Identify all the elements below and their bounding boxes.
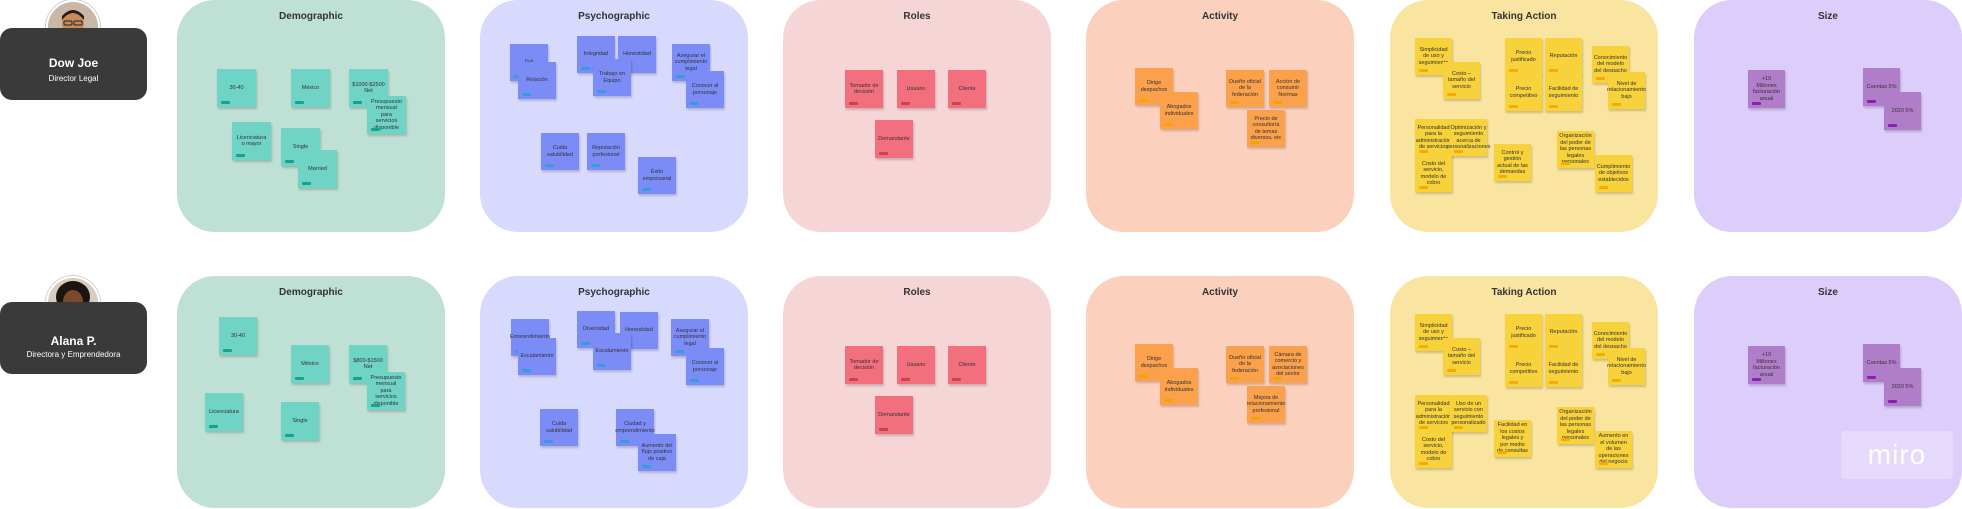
sticky-note[interactable]: Cumplimiento de objetivos establecidos xyxy=(1595,155,1632,192)
sticky-note[interactable]: Single xyxy=(281,402,319,440)
sticky-note[interactable]: 2020 5% xyxy=(1884,92,1921,130)
sticky-note[interactable]: Uso de un servicio con seguimiento perso… xyxy=(1450,395,1487,432)
sticky-note[interactable]: Precio competitivo xyxy=(1505,350,1542,387)
sticky-note[interactable]: Reputación xyxy=(1545,314,1582,351)
sticky-note[interactable]: Aumento en el volumen de las operaciones… xyxy=(1595,431,1632,468)
panel-demographic-1[interactable]: Demographic 30-40 México $1000-$2500 Net… xyxy=(177,0,445,232)
sticky-note[interactable]: Precio de consultoría de temas diversos,… xyxy=(1247,110,1285,147)
sticky-note[interactable]: Costo – tamaño del servicio xyxy=(1443,62,1480,99)
sticky-note[interactable]: Acción de consumir Normas xyxy=(1269,70,1307,107)
panel-title: Size xyxy=(1817,287,1838,298)
sticky-note[interactable]: Relación xyxy=(518,62,556,99)
sticky-note[interactable]: Reputación profesional xyxy=(587,133,625,170)
sticky-note[interactable]: Precio justificado xyxy=(1505,314,1542,351)
sticky-note[interactable]: 30-40 xyxy=(217,69,256,107)
panel-title: Psychographic xyxy=(578,11,650,22)
persona-name: Alana P. xyxy=(50,334,97,348)
panel-size-1[interactable]: Size +10 Millones facturación anual Cuen… xyxy=(1694,0,1962,232)
sticky-note[interactable]: Reputación xyxy=(1545,38,1582,75)
sticky-note[interactable]: Nivel de relacionamiento bajo xyxy=(1607,72,1646,109)
sticky-note[interactable]: +10 Millones facturación anual xyxy=(1748,346,1785,384)
sticky-note[interactable]: Escalamiento xyxy=(593,333,631,370)
sticky-note[interactable]: 2020 5% xyxy=(1884,368,1921,406)
panel-title: Psychographic xyxy=(578,287,650,298)
panel-title: Taking Action xyxy=(1491,11,1557,22)
panel-psychographic-1[interactable]: Psychographic Gol Integridad Honestidad … xyxy=(480,0,748,232)
panel-roles-2[interactable]: Roles Tomador de decisión Usuario Client… xyxy=(783,276,1051,508)
sticky-note[interactable]: Abogados individuales xyxy=(1160,92,1198,129)
sticky-note[interactable]: 30-40 xyxy=(219,317,257,355)
sticky-note[interactable]: Tomador de decisión xyxy=(845,346,883,384)
panel-title: Activity xyxy=(1201,287,1239,298)
sticky-note[interactable]: Organización del poder de las personas l… xyxy=(1557,407,1594,444)
persona-name: Dow Joe xyxy=(48,56,99,70)
sticky-note[interactable]: Cliente xyxy=(948,70,986,108)
sticky-note[interactable]: Demandante xyxy=(875,396,913,434)
panel-title: Activity xyxy=(1201,11,1239,22)
sticky-note[interactable]: Personalidad para la administración de s… xyxy=(1415,395,1452,432)
sticky-note[interactable]: Facilidad de seguimiento xyxy=(1545,350,1582,387)
sticky-note[interactable]: Demandante xyxy=(875,120,913,158)
sticky-note[interactable]: Tomador de decisión xyxy=(845,70,883,108)
sticky-note[interactable]: Éxito empresarial xyxy=(638,157,676,194)
panel-activity-1[interactable]: Activity Dirige despachos Abogados indiv… xyxy=(1086,0,1354,232)
sticky-note[interactable]: Dueño oficial de la federación xyxy=(1226,70,1264,107)
sticky-note[interactable]: Costo del servicio, modelo de cobro xyxy=(1415,155,1452,192)
sticky-note[interactable]: +10 Millones facturación anual xyxy=(1748,70,1785,108)
sticky-note[interactable]: Usuario xyxy=(897,70,935,108)
panel-taking-action-1[interactable]: Taking Action Simplicidad de uso y segui… xyxy=(1390,0,1658,232)
sticky-note[interactable]: Mejora de relacionamiento profesional xyxy=(1247,386,1285,423)
sticky-note[interactable]: Cuida salubilidad xyxy=(540,409,578,446)
panel-title: Taking Action xyxy=(1491,287,1557,298)
panel-taking-action-2[interactable]: Taking Action Simplicidad de uso y segui… xyxy=(1390,276,1658,508)
panel-psychographic-2[interactable]: Psychographic Emprendimiento Honestidad … xyxy=(480,276,748,508)
panel-roles-1[interactable]: Roles Tomador de decisión Usuario Client… xyxy=(783,0,1051,232)
sticky-note[interactable]: Facilidad en los costos legales y por me… xyxy=(1494,420,1531,457)
panel-demographic-2[interactable]: Demographic 30-40 México $800-$1500 Net … xyxy=(177,276,445,508)
sticky-note[interactable]: Organización del poder de las personas l… xyxy=(1557,131,1594,168)
sticky-note[interactable]: Costo – tamaño del servicio xyxy=(1443,338,1480,375)
sticky-note[interactable]: Married xyxy=(298,150,337,188)
sticky-note[interactable]: Licenciatura xyxy=(205,393,243,431)
sticky-note[interactable]: Control y gestión actual de las demandas xyxy=(1494,144,1531,181)
sticky-note[interactable]: Cámara de comercio y asociaciones del se… xyxy=(1269,346,1307,383)
sticky-note[interactable]: Cliente xyxy=(948,346,986,384)
sticky-note[interactable]: Abogados individuales xyxy=(1160,368,1198,405)
persona-card-dow-joe[interactable]: Dow Joe Director Legal xyxy=(0,28,147,100)
sticky-note[interactable]: Nivel de relacionamiento bajo xyxy=(1607,348,1646,385)
sticky-note[interactable]: Usuario xyxy=(897,346,935,384)
sticky-note[interactable]: Facilidad de seguimiento xyxy=(1545,74,1582,111)
sticky-note[interactable]: Precio competitivo xyxy=(1505,74,1542,111)
panel-title: Size xyxy=(1817,11,1838,22)
sticky-note[interactable]: Precio justificado xyxy=(1505,38,1542,75)
sticky-note[interactable]: Conocer al personaje xyxy=(686,348,724,385)
sticky-note[interactable]: Cuida salubilidad xyxy=(541,133,579,170)
sticky-note[interactable]: Conocer al personaje xyxy=(686,71,724,108)
panel-title: Demographic xyxy=(279,11,343,22)
persona-role: Director Legal xyxy=(48,74,99,83)
persona-card-alana-p[interactable]: Alana P. Directora y Emprendedora xyxy=(0,302,147,374)
sticky-note[interactable]: Aumento del flujo positivo de caja xyxy=(638,434,676,471)
panel-title: Demographic xyxy=(279,287,343,298)
sticky-note[interactable]: México xyxy=(291,345,329,383)
sticky-note[interactable]: Dueño oficial de la federación xyxy=(1226,346,1264,383)
sticky-note[interactable]: Costo del servicio, modelo de cobro xyxy=(1415,431,1452,468)
sticky-note[interactable]: México xyxy=(291,69,330,107)
panel-title: Roles xyxy=(903,11,931,22)
miro-logo: miro xyxy=(1841,431,1953,479)
panel-title: Roles xyxy=(903,287,931,298)
sticky-note[interactable]: Optimización y seguimiento acerca de per… xyxy=(1446,119,1491,156)
sticky-note[interactable]: Presupuesto mensual para servicios dispo… xyxy=(367,96,406,134)
sticky-note[interactable]: Escalamiento xyxy=(518,338,556,375)
sticky-note[interactable]: Licenciatura o mayor xyxy=(232,122,271,160)
sticky-note[interactable]: Presupuesto mensual para servicios dispo… xyxy=(367,372,405,410)
sticky-note[interactable]: Trabajo en Equipo xyxy=(593,59,631,96)
panel-activity-2[interactable]: Activity Dirige despachos Abogados indiv… xyxy=(1086,276,1354,508)
persona-role: Directora y Emprendedora xyxy=(26,350,121,359)
